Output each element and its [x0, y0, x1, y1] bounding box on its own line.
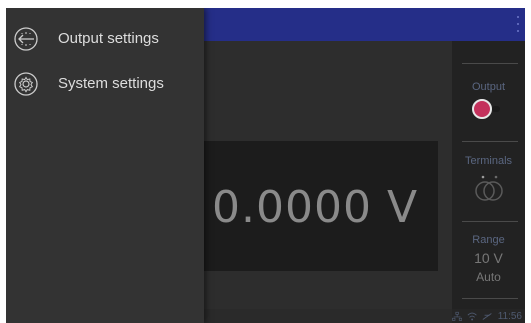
drawer-item-system-settings[interactable]: System settings	[6, 66, 204, 102]
drawer-item-output-settings[interactable]: Output settings	[6, 21, 204, 57]
divider	[462, 63, 518, 64]
range-value[interactable]: 10 V	[452, 250, 525, 266]
usb-disconnected-icon	[483, 312, 493, 320]
output-label: Output	[471, 81, 506, 93]
app-screen: 0.0000 V Output Terminals Range 10 V Aut…	[6, 8, 525, 323]
drawer-item-label: System settings	[58, 75, 164, 92]
divider	[462, 298, 518, 299]
status-bar: 11:56	[452, 309, 525, 323]
divider	[462, 141, 518, 142]
output-voltage-value: 0.0000 V	[212, 182, 419, 233]
output-toggle-track	[492, 106, 500, 112]
gear-icon	[14, 72, 38, 96]
terminals-icon[interactable]	[472, 174, 506, 202]
divider	[462, 221, 518, 222]
output-toggle[interactable]	[472, 99, 504, 119]
range-label: Range	[472, 234, 505, 246]
wifi-icon	[467, 312, 477, 320]
clock: 11:56	[497, 310, 522, 322]
network-icon	[452, 311, 463, 321]
overflow-menu-icon[interactable]	[515, 16, 521, 32]
right-control-panel: Output Terminals Range 10 V Auto	[452, 41, 525, 309]
range-mode[interactable]: Auto	[452, 270, 525, 284]
output-toggle-knob	[472, 99, 492, 119]
navigation-drawer: Output settings System settings	[6, 8, 204, 323]
terminals-label: Terminals	[464, 155, 513, 167]
drawer-item-label: Output settings	[58, 30, 159, 47]
output-settings-icon	[14, 27, 38, 51]
